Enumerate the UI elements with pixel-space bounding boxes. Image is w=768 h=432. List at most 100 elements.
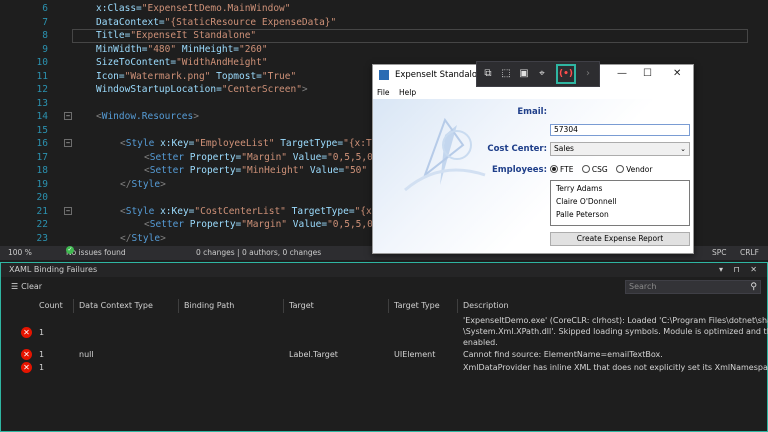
code-text: <Setter Property="MinHeight" Value="50" … xyxy=(144,165,379,176)
fold-toggle-icon[interactable]: − xyxy=(64,139,72,147)
in-app-debug-toolbar: ⧉ ⬚ ▣ ⌖ (•) › xyxy=(476,61,600,87)
code-text: WindowStartupLocation="CenterScreen"> xyxy=(96,84,308,95)
minimize-icon[interactable]: — xyxy=(617,67,627,81)
code-line[interactable]: 7 DataContext="{StaticResource ExpenseDat… xyxy=(0,16,768,29)
line-ending[interactable]: CRLF xyxy=(740,246,759,260)
binding-failures-icon[interactable]: (•) xyxy=(556,64,576,84)
line-number: 15 xyxy=(36,124,48,136)
cell-count: 1 xyxy=(39,350,45,359)
expenseit-window: ExpenseIt Standalone — ☐ ✕ File Help Ema… xyxy=(372,64,694,254)
binding-failures-panel: XAML Binding Failures ▾ ⊓ ✕ ☰ Clear Searc… xyxy=(0,262,768,432)
column-header-count[interactable]: Count xyxy=(39,300,63,312)
track-focus-icon[interactable]: ⌖ xyxy=(535,67,549,81)
employees-label: Employees: xyxy=(491,165,547,175)
code-text: </Style> xyxy=(120,232,166,244)
column-header-data-context-type[interactable]: Data Context Type xyxy=(79,300,153,312)
cell-count: 1 xyxy=(39,328,45,337)
code-text: DataContext="{StaticResource ExpenseData… xyxy=(96,16,337,28)
search-placeholder: Search xyxy=(629,282,657,291)
cell-count: 1 xyxy=(39,363,45,372)
code-text: <Setter Property="Margin" Value="0,5,5,0… xyxy=(144,151,379,163)
line-number: 8 xyxy=(42,30,48,41)
code-text: Icon="Watermark.png" Topmost="True" xyxy=(96,70,297,82)
column-separator[interactable] xyxy=(457,299,458,313)
radio-icon xyxy=(616,165,625,173)
cell-description: \System.Xml.XPath.dll'. Skipped loading … xyxy=(463,327,768,336)
panel-window-controls[interactable]: ▾ ⊓ ✕ xyxy=(719,263,761,277)
line-number: 10 xyxy=(36,57,48,68)
clear-button[interactable]: ☰ Clear xyxy=(11,281,42,293)
line-number: 13 xyxy=(36,97,48,109)
line-number: 22 xyxy=(36,219,48,230)
zoom-level[interactable]: 100 % xyxy=(8,246,32,260)
issues-indicator[interactable]: ✓ No issues found xyxy=(66,246,126,260)
git-changes[interactable]: 0 changes | 0 authors, 0 changes xyxy=(196,246,321,260)
fold-toggle-icon[interactable]: − xyxy=(64,206,72,215)
code-text: MinWidth="480" MinHeight="260" xyxy=(96,43,268,55)
line-number: 16 xyxy=(36,138,48,149)
clear-label: Clear xyxy=(21,282,43,291)
radio-vendor-label: Vendor xyxy=(626,165,653,174)
list-item[interactable]: Palle Peterson xyxy=(556,210,609,220)
line-number: 17 xyxy=(36,151,48,163)
cell-description: 'ExpenseItDemo.exe' (CoreCLR: clrhost): … xyxy=(463,316,768,325)
panel-title: XAML Binding Failures xyxy=(1,263,767,277)
table-row[interactable]: ✕ 1 'ExpenseItDemo.exe' (CoreCLR: clrhos… xyxy=(1,315,768,349)
cost-center-select[interactable]: Sales ⌄ xyxy=(550,142,690,156)
column-separator[interactable] xyxy=(388,299,389,313)
column-separator[interactable] xyxy=(283,299,284,313)
column-header-description[interactable]: Description xyxy=(463,300,509,312)
chevron-down-icon: ⌄ xyxy=(680,145,686,153)
search-input[interactable]: Search ⚲ xyxy=(625,280,761,294)
code-text: <Style x:Key="CostCenterList" TargetType… xyxy=(120,205,378,217)
code-text: <Style x:Key="EmployeeList" TargetType="… xyxy=(120,138,378,149)
whitespace-mode[interactable]: SPC xyxy=(712,246,727,260)
maximize-icon[interactable]: ☐ xyxy=(643,67,652,81)
collapse-toolbar-icon[interactable]: › xyxy=(581,67,595,81)
column-header-target-type[interactable]: Target Type xyxy=(394,300,440,312)
menu-file[interactable]: File xyxy=(377,87,390,98)
error-icon: ✕ xyxy=(21,349,32,360)
email-label: Email: xyxy=(517,107,547,117)
clear-icon: ☰ xyxy=(11,282,19,291)
cost-center-value: Sales xyxy=(554,144,574,153)
search-icon[interactable]: ⚲ xyxy=(750,281,757,293)
code-text: Title="ExpenseIt Standalone" xyxy=(96,30,257,41)
live-visual-tree-icon[interactable]: ⧉ xyxy=(481,67,495,81)
table-row[interactable]: ✕ 1 null Label.Target UIElement Cannot f… xyxy=(1,349,767,362)
app-content: Email: 57304 Cost Center: Sales ⌄ Employ… xyxy=(373,99,693,253)
cell-target-type: UIElement xyxy=(394,350,436,359)
select-element-icon[interactable]: ⬚ xyxy=(499,67,513,81)
panel-toolbar: ☰ Clear Search ⚲ xyxy=(1,279,767,295)
employee-list[interactable]: Terry Adams Claire O'Donnell Palle Peter… xyxy=(550,180,690,226)
table-row[interactable]: ✕ 1 XmlDataProvider has inline XML that … xyxy=(1,362,768,375)
list-item[interactable]: Claire O'Donnell xyxy=(556,197,617,207)
error-icon: ✕ xyxy=(21,362,32,373)
issues-text: No issues found xyxy=(66,248,126,257)
list-item[interactable]: Terry Adams xyxy=(556,184,602,194)
create-expense-report-button[interactable]: Create Expense Report xyxy=(550,232,690,246)
radio-vendor[interactable]: Vendor xyxy=(616,165,652,174)
cell-data-context-type: null xyxy=(79,350,94,359)
email-field[interactable]: 57304 xyxy=(550,124,690,136)
radio-csg-label: CSG xyxy=(591,165,608,174)
code-line[interactable]: 6 x:Class="ExpenseItDemo.MainWindow" xyxy=(0,2,768,15)
column-header-binding-path[interactable]: Binding Path xyxy=(184,300,234,312)
column-header-target[interactable]: Target xyxy=(289,300,314,312)
menu-help[interactable]: Help xyxy=(399,87,416,98)
employee-type-radios: FTE CSG Vendor xyxy=(550,165,652,175)
line-number: 6 xyxy=(42,3,48,14)
radio-icon xyxy=(581,165,590,173)
radio-csg[interactable]: CSG xyxy=(581,165,608,174)
radio-fte[interactable]: FTE xyxy=(550,165,574,174)
display-layout-adorners-icon[interactable]: ▣ xyxy=(517,67,531,81)
column-separator[interactable] xyxy=(73,299,74,313)
code-line[interactable]: 9 MinWidth="480" MinHeight="260" xyxy=(0,43,768,56)
close-icon[interactable]: ✕ xyxy=(673,67,681,81)
fold-toggle-icon[interactable]: − xyxy=(64,112,72,120)
line-number: 7 xyxy=(42,16,48,28)
code-line[interactable]: 8 Title="ExpenseIt Standalone" xyxy=(0,29,768,42)
column-separator[interactable] xyxy=(178,299,179,313)
line-number: 23 xyxy=(36,232,48,244)
line-number: 12 xyxy=(36,84,48,95)
